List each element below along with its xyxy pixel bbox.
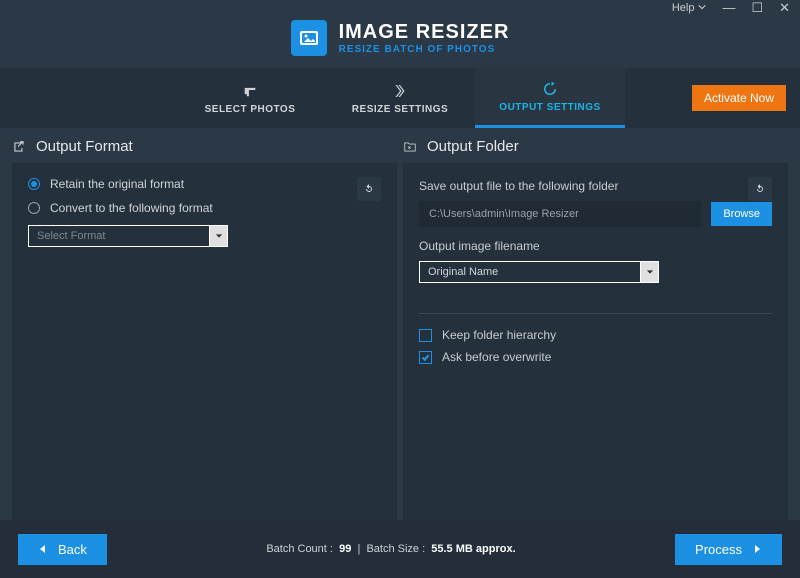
size-label: Batch Size : bbox=[366, 543, 425, 555]
process-button[interactable]: Process bbox=[675, 534, 782, 565]
chevron-left-icon bbox=[38, 544, 48, 554]
app-logo-icon bbox=[291, 20, 327, 56]
tab-output-settings[interactable]: OUTPUT SETTINGS bbox=[475, 68, 625, 128]
select-value: Original Name bbox=[419, 261, 641, 283]
radio-label: Retain the original format bbox=[50, 177, 184, 191]
reset-button[interactable] bbox=[748, 177, 772, 201]
help-menu[interactable]: Help bbox=[672, 2, 707, 14]
output-folder-panel: Output Folder Save output file to the fo… bbox=[403, 138, 788, 520]
panel-title: Output Format bbox=[36, 138, 133, 155]
batch-stats: Batch Count : 99 | Batch Size : 55.5 MB … bbox=[266, 543, 515, 555]
panel-header: Output Folder bbox=[403, 138, 788, 155]
export-icon bbox=[12, 140, 26, 154]
titlebar: Help — ☐ ✕ bbox=[0, 0, 800, 16]
count-value: 99 bbox=[339, 543, 351, 555]
reset-icon bbox=[754, 183, 766, 195]
size-value: 55.5 MB approx. bbox=[431, 543, 515, 555]
tabs: SELECT PHOTOS RESIZE SETTINGS OUTPUT SET… bbox=[0, 68, 800, 128]
reset-icon bbox=[363, 183, 375, 195]
tab-label: SELECT PHOTOS bbox=[205, 104, 296, 115]
chevron-down-icon bbox=[641, 261, 659, 283]
app-title: IMAGE RESIZER bbox=[339, 21, 510, 44]
checkbox-icon bbox=[419, 329, 432, 342]
radio-label: Convert to the following format bbox=[50, 201, 213, 215]
button-label: Process bbox=[695, 542, 742, 557]
checkbox-keep-hierarchy[interactable]: Keep folder hierarchy bbox=[419, 328, 772, 342]
panel-body: Retain the original format Convert to th… bbox=[12, 163, 397, 520]
checkbox-ask-overwrite[interactable]: Ask before overwrite bbox=[419, 350, 772, 364]
window-controls: — ☐ ✕ bbox=[722, 0, 790, 16]
radio-retain[interactable]: Retain the original format bbox=[28, 177, 381, 191]
header: IMAGE RESIZER RESIZE BATCH OF PHOTOS bbox=[0, 16, 800, 68]
checkbox-icon bbox=[419, 351, 432, 364]
maximize-button[interactable]: ☐ bbox=[751, 0, 763, 16]
radio-icon bbox=[28, 202, 40, 214]
format-select[interactable]: Select Format bbox=[28, 225, 228, 247]
tab-select-photos[interactable]: SELECT PHOTOS bbox=[175, 68, 325, 128]
back-button[interactable]: Back bbox=[18, 534, 107, 565]
chevron-down-icon bbox=[698, 2, 706, 14]
content: Output Format Retain the original format… bbox=[0, 128, 800, 520]
tab-label: OUTPUT SETTINGS bbox=[499, 102, 600, 113]
chevron-down-icon bbox=[210, 225, 228, 247]
save-label: Save output file to the following folder bbox=[419, 179, 772, 193]
help-label: Help bbox=[672, 2, 695, 14]
tab-label: RESIZE SETTINGS bbox=[352, 104, 448, 115]
reset-button[interactable] bbox=[357, 177, 381, 201]
chevron-right-icon bbox=[752, 544, 762, 554]
filename-label: Output image filename bbox=[419, 239, 772, 253]
folder-icon bbox=[403, 140, 417, 154]
app-tagline: RESIZE BATCH OF PHOTOS bbox=[339, 44, 510, 55]
button-label: Back bbox=[58, 542, 87, 557]
browse-button[interactable]: Browse bbox=[711, 202, 772, 226]
minimize-button[interactable]: — bbox=[722, 0, 735, 16]
radio-convert[interactable]: Convert to the following format bbox=[28, 201, 381, 215]
path-row: Browse bbox=[419, 201, 772, 227]
radio-icon bbox=[28, 178, 40, 190]
panel-header: Output Format bbox=[12, 138, 397, 155]
panel-title: Output Folder bbox=[427, 138, 519, 155]
checkbox-label: Keep folder hierarchy bbox=[442, 328, 556, 342]
filename-select[interactable]: Original Name bbox=[419, 261, 659, 283]
select-value: Select Format bbox=[28, 225, 210, 247]
checkbox-label: Ask before overwrite bbox=[442, 350, 551, 364]
panel-body: Save output file to the following folder… bbox=[403, 163, 788, 520]
app-title-block: IMAGE RESIZER RESIZE BATCH OF PHOTOS bbox=[339, 21, 510, 55]
count-label: Batch Count : bbox=[266, 543, 333, 555]
footer: Back Batch Count : 99 | Batch Size : 55.… bbox=[0, 520, 800, 578]
close-button[interactable]: ✕ bbox=[779, 0, 790, 16]
activate-button[interactable]: Activate Now bbox=[692, 85, 786, 111]
output-format-panel: Output Format Retain the original format… bbox=[12, 138, 397, 520]
tab-resize-settings[interactable]: RESIZE SETTINGS bbox=[325, 68, 475, 128]
checkbox-group: Keep folder hierarchy Ask before overwri… bbox=[419, 313, 772, 364]
output-path-input[interactable] bbox=[419, 201, 701, 227]
